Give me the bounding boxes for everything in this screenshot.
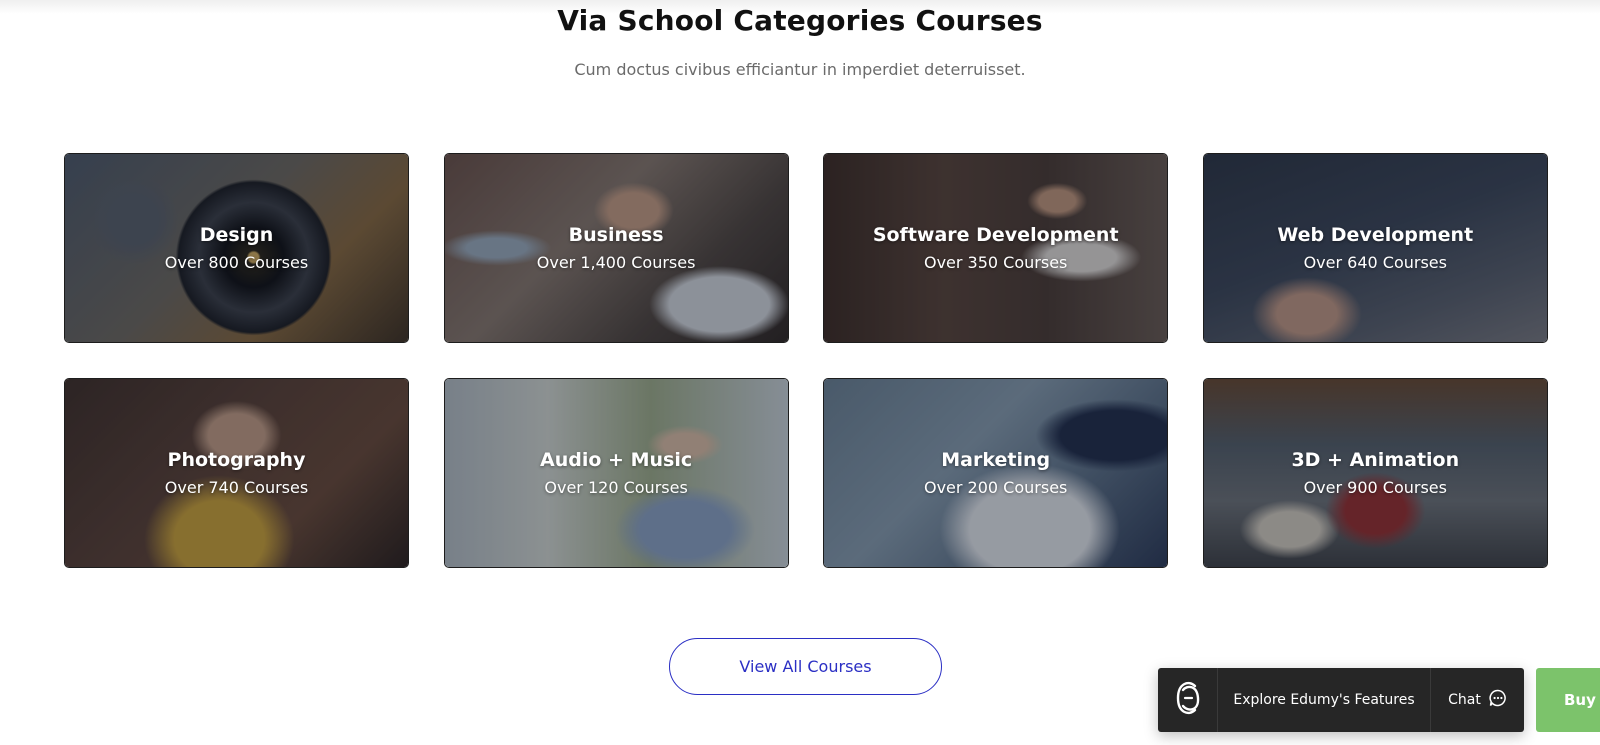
category-card-3d-animation[interactable]: 3D + Animation Over 900 Courses [1202, 378, 1548, 568]
buy-now-button[interactable]: Buy N [1536, 668, 1600, 732]
view-all-courses-button[interactable]: View All Courses [669, 638, 942, 695]
category-name: Design [199, 224, 274, 246]
category-course-count: Over 350 Courses [923, 253, 1068, 272]
category-card-audio-music[interactable]: Audio + Music Over 120 Courses [443, 378, 789, 568]
chat-bubble-icon [1489, 689, 1507, 711]
category-course-count: Over 200 Courses [923, 478, 1068, 497]
category-course-count: Over 640 Courses [1303, 253, 1447, 272]
category-name: Web Development [1277, 224, 1474, 246]
category-card-software-development[interactable]: Software Development Over 350 Courses [823, 153, 1169, 343]
section-subtitle: Cum doctus civibus efficiantur in imperd… [574, 60, 1026, 79]
category-name: Business [568, 224, 664, 246]
category-card-design[interactable]: Design Over 800 Courses [64, 153, 409, 343]
category-card-web-development[interactable]: Web Development Over 640 Courses [1202, 153, 1548, 343]
category-card-business[interactable]: Business Over 1,400 Courses [443, 153, 789, 343]
category-course-count: Over 1,400 Courses [536, 253, 696, 272]
category-name: Software Development [872, 224, 1119, 246]
category-course-count: Over 120 Courses [544, 478, 688, 497]
category-name: 3D + Animation [1291, 449, 1460, 471]
category-course-count: Over 740 Courses [164, 478, 309, 497]
explore-features-link[interactable]: Explore Edumy's Features [1218, 668, 1431, 732]
category-grid: Design Over 800 Courses Business Over 1,… [64, 153, 1548, 568]
category-course-count: Over 800 Courses [164, 253, 309, 272]
chat-label: Chat [1448, 692, 1481, 708]
edumy-logo-button[interactable] [1158, 668, 1218, 732]
section-title: Via School Categories Courses [557, 4, 1043, 37]
category-card-photography[interactable]: Photography Over 740 Courses [64, 378, 409, 568]
floating-feature-bar: Explore Edumy's Features Chat [1158, 668, 1524, 732]
category-card-marketing[interactable]: Marketing Over 200 Courses [823, 378, 1169, 568]
edumy-logo-icon [1173, 678, 1203, 723]
category-name: Marketing [941, 449, 1051, 471]
category-course-count: Over 900 Courses [1303, 478, 1447, 497]
category-name: Audio + Music [540, 449, 693, 471]
category-name: Photography [167, 449, 306, 471]
chat-button[interactable]: Chat [1431, 668, 1524, 732]
